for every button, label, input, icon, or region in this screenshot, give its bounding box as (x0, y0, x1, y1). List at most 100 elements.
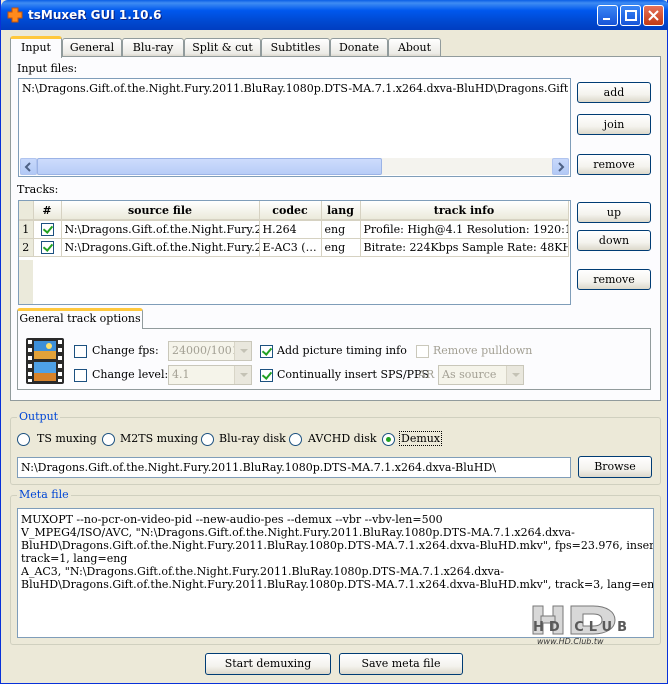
maximize-icon (625, 10, 637, 21)
input-files-hscrollbar[interactable] (20, 158, 569, 175)
tab-general-track-options[interactable]: General track options (17, 308, 143, 329)
tracks-table: # source file codec lang track info 1 N:… (19, 201, 569, 257)
add-picture-timing-label: Add picture timing info (277, 344, 407, 357)
close-icon (648, 10, 659, 21)
minimize-icon (603, 18, 610, 20)
add-picture-timing-checkbox[interactable] (260, 345, 273, 358)
film-strip-icon (26, 338, 64, 384)
remove-pulldown-checkbox[interactable] (416, 345, 429, 358)
row-header-strip (19, 260, 33, 304)
remove-pulldown-label: Remove pulldown (433, 344, 533, 357)
input-file-item[interactable]: N:\Dragons.Gift.of.the.Night.Fury.2011.B… (22, 82, 568, 95)
join-button[interactable]: join (577, 114, 651, 135)
track-info: Bitrate: 224Kbps Sample Rate: 48KHz … (360, 238, 569, 257)
track-source: N:\Dragons.Gift.of.the.Night.Fury.201… (61, 220, 260, 239)
tab-general[interactable]: General (62, 38, 122, 57)
level-select[interactable]: 4.1 (168, 365, 252, 385)
track-up-button[interactable]: up (577, 202, 651, 223)
track-source: N:\Dragons.Gift.of.the.Night.Fury.201… (61, 238, 260, 257)
change-level-label: Change level: (92, 368, 169, 381)
ar-select[interactable]: As source (438, 365, 524, 385)
tracks-table-container[interactable]: # source file codec lang track info 1 N:… (18, 200, 571, 305)
col-header-codec[interactable]: codec (259, 201, 322, 221)
input-files-label: Input files: (17, 62, 78, 75)
radio-blu-ray-disk[interactable] (201, 433, 214, 446)
change-fps-checkbox[interactable] (74, 345, 87, 358)
track-checkbox-cell[interactable] (33, 238, 62, 257)
meta-line: track=1, lang=eng (21, 552, 128, 565)
tab-donate[interactable]: Donate (330, 38, 388, 57)
watermark-url: www.HD.Club.tw (537, 637, 604, 646)
scroll-left-arrow-icon[interactable] (20, 158, 37, 175)
radio-blu-ray-disk-label[interactable]: Blu-ray disk (219, 432, 286, 445)
radio-avchd-disk[interactable] (289, 433, 302, 446)
meta-line: BluHD\Dragons.Gift.of.the.Night.Fury.201… (21, 578, 654, 591)
track-lang[interactable]: eng (321, 220, 361, 239)
output-path-field[interactable]: N:\Dragons.Gift.of.the.Night.Fury.2011.B… (17, 457, 571, 478)
tab-split-cut[interactable]: Split & cut (184, 38, 261, 57)
row-number: 2 (19, 238, 34, 257)
track-codec: H.264 (259, 220, 322, 239)
ar-label: AR (418, 368, 435, 381)
close-button[interactable] (643, 5, 664, 26)
row-number: 1 (19, 220, 34, 239)
row-header-corner (19, 201, 34, 221)
col-header-source[interactable]: source file (61, 201, 260, 221)
track-remove-button[interactable]: remove (577, 269, 651, 290)
app-window: tsMuxeR GUI 1.10.6 Input General Blu-ray… (0, 0, 668, 684)
tab-about[interactable]: About (388, 38, 441, 57)
meta-line: V_MPEG4/ISO/AVC, "N:\Dragons.Gift.of.the… (21, 526, 575, 539)
meta-line: MUXOPT --no-pcr-on-video-pid --new-audio… (21, 513, 443, 526)
tab-subtitles[interactable]: Subtitles (261, 38, 330, 57)
change-level-checkbox[interactable] (74, 369, 87, 382)
level-value: 4.1 (172, 368, 190, 381)
input-files-list[interactable]: N:\Dragons.Gift.of.the.Night.Fury.2011.B… (18, 78, 571, 177)
tab-blu-ray[interactable]: Blu-ray (122, 38, 184, 57)
track-row[interactable]: 1 N:\Dragons.Gift.of.the.Night.Fury.201…… (19, 220, 569, 239)
insert-sps-pps-label: Continually insert SPS/PPS (277, 368, 429, 381)
insert-sps-pps-checkbox[interactable] (260, 369, 273, 382)
scroll-right-arrow-icon[interactable] (552, 158, 569, 175)
track-down-button[interactable]: down (577, 230, 651, 251)
tsmuxer-logo-icon (7, 7, 23, 23)
chevron-down-icon (234, 342, 251, 360)
window-title: tsMuxeR GUI 1.10.6 (28, 8, 162, 22)
scroll-thumb[interactable] (37, 158, 382, 175)
radio-m2ts-muxing[interactable] (102, 433, 115, 446)
track-enabled-checkbox[interactable] (40, 240, 54, 254)
radio-ts-muxing[interactable] (17, 433, 30, 446)
browse-button[interactable]: Browse (578, 456, 652, 478)
radio-demux-label[interactable]: Demux (399, 431, 443, 446)
col-header-info[interactable]: track info (360, 201, 569, 221)
save-meta-file-button[interactable]: Save meta file (339, 653, 463, 675)
maximize-button[interactable] (620, 5, 641, 26)
minimize-button[interactable] (597, 5, 618, 26)
chevron-down-icon (506, 366, 523, 384)
start-demuxing-button[interactable]: Start demuxing (205, 653, 331, 675)
add-button[interactable]: add (577, 82, 651, 103)
tab-input[interactable]: Input (10, 36, 62, 58)
track-row[interactable]: 2 N:\Dragons.Gift.of.the.Night.Fury.201…… (19, 238, 569, 257)
output-group-title: Output (17, 410, 61, 423)
ar-value: As source (442, 368, 497, 381)
input-tab-panel: Input files: N:\Dragons.Gift.of.the.Nigh… (10, 56, 661, 401)
track-codec: E-AC3 (… (259, 238, 322, 257)
track-info: Profile: High@4.1 Resolution: 1920:10… (360, 220, 569, 239)
remove-file-button[interactable]: remove (577, 154, 651, 175)
radio-ts-muxing-label[interactable]: TS muxing (37, 432, 97, 445)
col-header-lang[interactable]: lang (321, 201, 361, 221)
track-checkbox-cell[interactable] (33, 220, 62, 239)
col-header-num[interactable]: # (33, 201, 62, 221)
radio-avchd-disk-label[interactable]: AVCHD disk (308, 432, 377, 445)
radio-m2ts-muxing-label[interactable]: M2TS muxing (120, 432, 198, 445)
title-bar[interactable]: tsMuxeR GUI 1.10.6 (1, 0, 668, 30)
track-enabled-checkbox[interactable] (40, 223, 54, 236)
radio-demux[interactable] (382, 433, 395, 446)
meta-line: A_AC3, "N:\Dragons.Gift.of.the.Night.Fur… (21, 565, 505, 578)
tracks-label: Tracks: (17, 183, 59, 196)
track-lang[interactable]: eng (321, 238, 361, 257)
fps-select[interactable]: 24000/1001 (168, 341, 252, 361)
watermark-text: HD CLUB (533, 620, 633, 635)
change-fps-label: Change fps: (92, 344, 159, 357)
meta-line: BluHD\Dragons.Gift.of.the.Night.Fury.201… (21, 539, 654, 552)
